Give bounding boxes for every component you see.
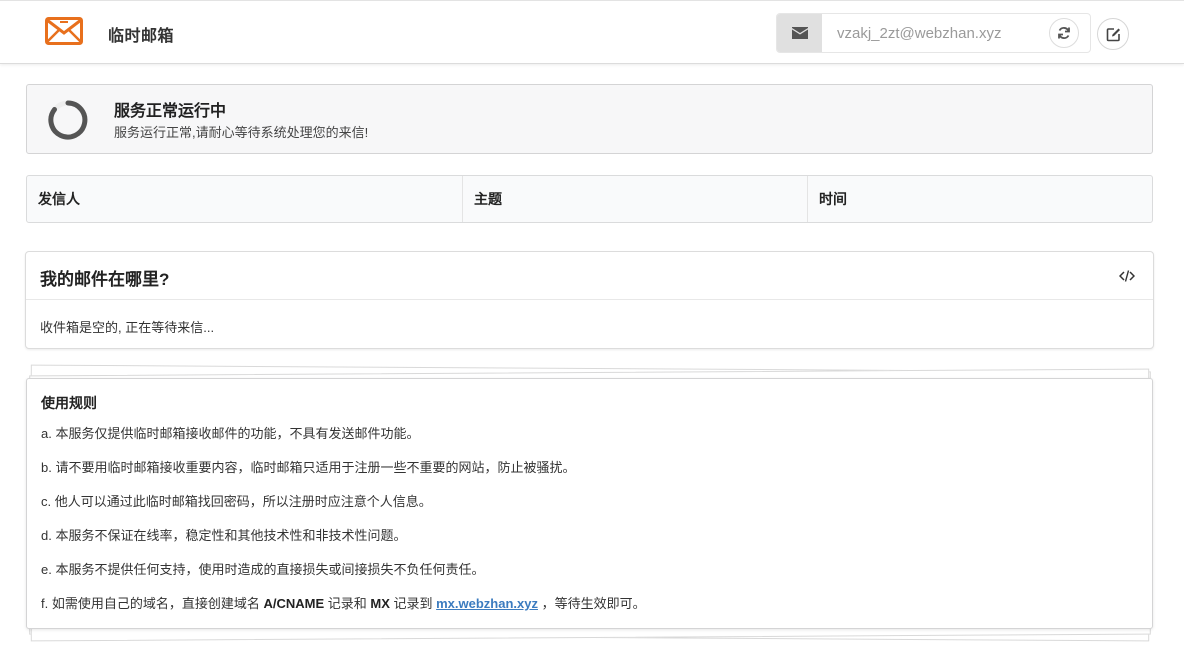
email-address-group xyxy=(776,13,1091,53)
status-title: 服务正常运行中 xyxy=(114,103,227,120)
inbox-empty-message: 收件箱是空的, 正在等待来信... xyxy=(40,320,215,335)
refresh-icon xyxy=(1058,27,1070,39)
rule-text: ，等待生效即可。 xyxy=(537,596,646,611)
edit-icon xyxy=(1106,27,1120,41)
rule-text: f. 如需使用自己的域名，直接创建域名 xyxy=(41,596,264,611)
service-status-message: 服务正常运行中 服务运行正常,请耐心等待系统处理您的来信! xyxy=(26,84,1153,154)
edit-address-button[interactable] xyxy=(1097,18,1129,50)
envelope-logo-icon xyxy=(45,17,83,45)
rule-item: c. 他人可以通过此临时邮箱找回密码，所以注册时应注意个人信息。 xyxy=(41,494,432,509)
column-time[interactable]: 时间 xyxy=(808,176,1152,222)
record-type-acname: A/CNAME xyxy=(263,596,325,611)
rule-item: a. 本服务仅提供临时邮箱接收邮件的功能，不具有发送邮件功能。 xyxy=(41,426,420,441)
refresh-button[interactable] xyxy=(1049,18,1079,48)
rules-title: 使用规则 xyxy=(41,395,97,411)
envelope-icon xyxy=(791,27,808,39)
email-address-input[interactable] xyxy=(823,14,1048,52)
brand-title: 临时邮箱 xyxy=(108,28,175,45)
record-type-mx: MX xyxy=(370,596,390,611)
mx-domain-link[interactable]: mx.webzhan.xyz xyxy=(436,596,538,611)
email-addon xyxy=(777,14,822,52)
top-navbar: 临时邮箱 xyxy=(0,0,1184,64)
where-card-title: 我的邮件在哪里? xyxy=(40,270,170,289)
usage-rules-card: 使用规则 a. 本服务仅提供临时邮箱接收邮件的功能，不具有发送邮件功能。 b. … xyxy=(26,378,1153,629)
rule-item: e. 本服务不提供任何支持，使用时造成的直接损失或间接损失不负任何责任。 xyxy=(41,562,485,577)
rule-text: 记录到 xyxy=(389,596,437,611)
mail-table-header: 发信人 主题 时间 xyxy=(26,175,1153,223)
spinner-icon xyxy=(48,100,88,140)
where-card-header: 我的邮件在哪里? xyxy=(26,252,1153,300)
where-is-my-mail-card: 我的邮件在哪里? 收件箱是空的, 正在等待来信... xyxy=(25,251,1154,349)
rule-text: 记录和 xyxy=(324,596,371,611)
column-sender[interactable]: 发信人 xyxy=(27,176,463,222)
status-description: 服务运行正常,请耐心等待系统处理您的来信! xyxy=(114,125,369,140)
rule-item-domain: f. 如需使用自己的域名，直接创建域名 A/CNAME 记录和 MX 记录到 m… xyxy=(41,596,1152,630)
column-subject[interactable]: 主题 xyxy=(463,176,808,222)
rule-item: b. 请不要用临时邮箱接收重要内容，临时邮箱只适用于注册一些不重要的网站，防止被… xyxy=(41,460,576,475)
code-icon[interactable] xyxy=(1119,269,1135,283)
rule-item: d. 本服务不保证在线率，稳定性和其他技术性和非技术性问题。 xyxy=(41,528,407,543)
